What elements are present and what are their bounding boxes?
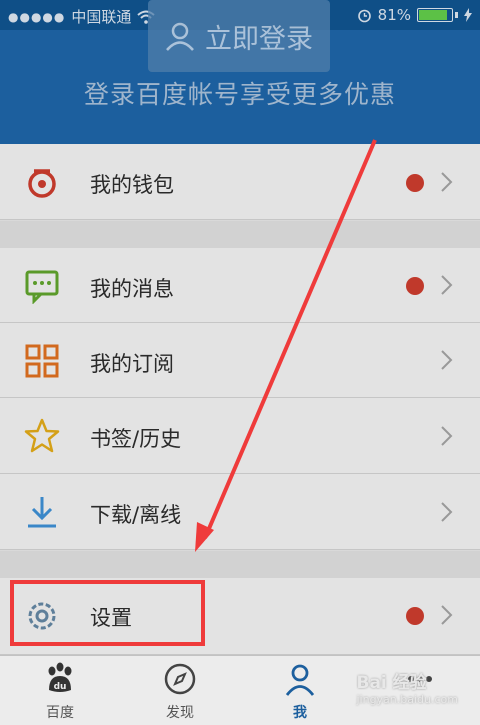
tab-label: 发现 [166, 705, 194, 721]
menu-item-wallet[interactable]: 我的钱包 [0, 144, 480, 220]
charging-icon [464, 8, 472, 22]
menu-item-bookmarks[interactable]: 书签/历史 [0, 398, 480, 474]
alarm-icon [357, 9, 371, 22]
status-left: ●●●●● 中国联通 [8, 6, 156, 27]
tab-baidu[interactable]: du 百度 [0, 656, 120, 725]
account-header: 立即登录 登录百度帐号享受更多优惠 [0, 0, 480, 144]
grid-icon [25, 344, 59, 378]
section-divider [0, 551, 480, 578]
watermark: Bai 经验 jingyan.baidu.com [356, 668, 458, 706]
status-right: 81% [357, 6, 472, 24]
chevron-right-icon [441, 350, 453, 370]
watermark-brand: Bai 经验 [356, 673, 427, 693]
tab-label: 百度 [46, 705, 74, 721]
notification-dot [406, 607, 424, 625]
compass-icon [164, 663, 196, 695]
login-button[interactable]: 立即登录 [148, 0, 330, 72]
svg-text:du: du [54, 682, 67, 692]
battery-percent: 81% [377, 6, 411, 24]
user-icon [166, 22, 194, 51]
message-icon [25, 270, 59, 304]
download-icon [28, 497, 56, 528]
chevron-right-icon [441, 605, 453, 625]
chevron-right-icon [441, 426, 453, 446]
chevron-right-icon [441, 275, 453, 295]
login-label: 立即登录 [205, 23, 313, 55]
chevron-right-icon [441, 502, 453, 522]
menu-item-messages[interactable]: 我的消息 [0, 248, 480, 323]
menu-item-label: 我的订阅 [90, 352, 174, 376]
tab-me[interactable]: 我 [240, 656, 360, 725]
menu-item-label: 我的消息 [90, 277, 174, 301]
annotation-highlight-box [10, 580, 205, 646]
battery-tip [455, 12, 458, 18]
baidu-paw-icon: du [48, 662, 72, 692]
login-promo-text: 登录百度帐号享受更多优惠 [83, 80, 396, 109]
menu-item-label: 下载/离线 [90, 503, 182, 527]
wallet-icon [28, 169, 56, 198]
signal-strength: ●●●●● [8, 9, 66, 24]
tab-label: 我 [293, 705, 307, 721]
section-divider [0, 221, 480, 248]
menu-item-label: 书签/历史 [90, 427, 182, 451]
chevron-right-icon [441, 172, 453, 192]
notification-dot [406, 174, 424, 192]
watermark-url: jingyan.baidu.com [356, 693, 458, 706]
carrier-name: 中国联通 [71, 8, 132, 26]
menu-item-downloads[interactable]: 下载/离线 [0, 474, 480, 550]
battery-icon [417, 8, 453, 22]
battery-fill [419, 10, 447, 20]
menu-item-subscriptions[interactable]: 我的订阅 [0, 323, 480, 398]
user-icon [285, 664, 315, 696]
tab-discover[interactable]: 发现 [120, 656, 240, 725]
notification-dot [406, 277, 424, 295]
star-icon [24, 418, 60, 453]
menu-item-label: 我的钱包 [90, 173, 174, 197]
